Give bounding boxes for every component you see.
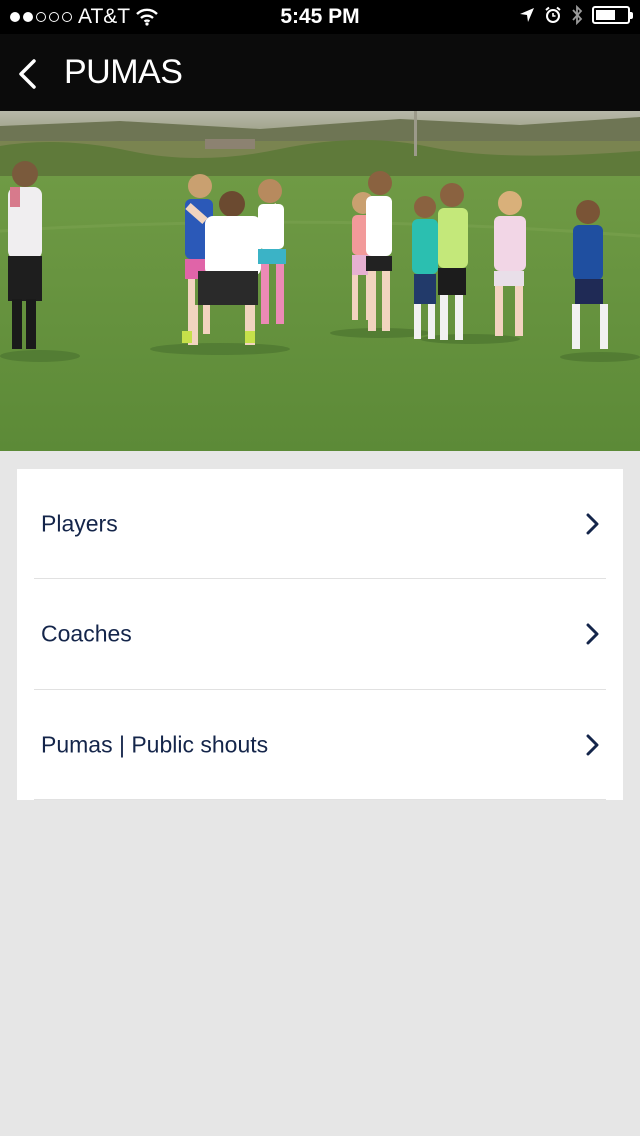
menu-item-label: Pumas | Public shouts (41, 731, 269, 758)
menu-item-label: Players (41, 510, 118, 537)
battery-icon (592, 6, 633, 24)
team-photo (0, 111, 640, 451)
menu-item-public-shouts[interactable]: Pumas | Public shouts (17, 690, 623, 800)
divider (34, 799, 606, 800)
alarm-clock-icon (545, 6, 561, 23)
navigation-bar: PUMAS (0, 34, 640, 111)
menu-list: Players Coaches Pumas | Public shouts (17, 469, 623, 800)
status-bar: AT&T 5:45 PM (0, 0, 640, 34)
menu-item-players[interactable]: Players (17, 469, 623, 579)
back-button[interactable] (10, 54, 44, 94)
chevron-right-icon (586, 734, 599, 756)
page-title: PUMAS (64, 53, 183, 91)
bluetooth-icon (572, 5, 583, 25)
status-right (519, 5, 633, 25)
chevron-left-icon (19, 59, 36, 89)
location-arrow-icon (520, 8, 534, 22)
menu-item-label: Coaches (41, 620, 132, 647)
chevron-right-icon (586, 513, 599, 535)
menu-item-coaches[interactable]: Coaches (17, 579, 623, 689)
chevron-right-icon (586, 623, 599, 645)
